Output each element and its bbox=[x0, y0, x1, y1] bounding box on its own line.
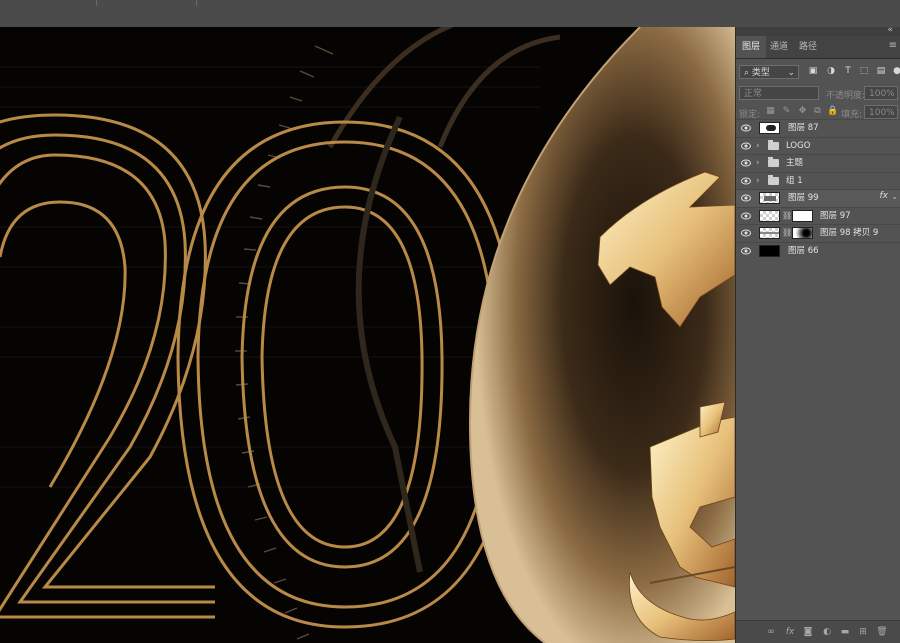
folder-icon bbox=[768, 157, 779, 167]
adjustment-icon[interactable]: ◐ bbox=[821, 626, 833, 638]
shape-filter-icon[interactable]: ⬚ bbox=[858, 65, 870, 77]
type-filter-icon[interactable]: T bbox=[842, 65, 854, 77]
layer-filter-row: ⌕ 类型 ⌄ ▣ ◑ T ⬚ ▤ ● bbox=[736, 63, 900, 81]
layer-name: 图层 87 bbox=[788, 123, 819, 133]
fill-field[interactable]: 100% bbox=[864, 105, 898, 119]
mask-link-icon[interactable]: ⛓ bbox=[782, 211, 792, 220]
panel-tabs: 图层 通道 路径 ≡ bbox=[736, 36, 900, 59]
layer-list: 图层 87 › LOGO › 主题 › 组 1 图层 99 fx ⌄ ⛓ 图层 … bbox=[736, 119, 900, 259]
expand-arrow-icon[interactable]: › bbox=[756, 157, 760, 169]
layer-thumbnail bbox=[759, 122, 780, 134]
toolbar-divider bbox=[196, 0, 197, 6]
adjustment-filter-icon[interactable]: ◑ bbox=[825, 65, 837, 77]
fx-icon[interactable]: fx bbox=[784, 626, 796, 638]
pixel-filter-icon[interactable]: ▣ bbox=[807, 65, 819, 77]
chevron-down-icon[interactable]: ⌄ bbox=[891, 192, 898, 201]
folder-icon bbox=[768, 174, 779, 185]
smart-object-filter-icon[interactable]: ▤ bbox=[875, 65, 887, 77]
tab-channels[interactable]: 通道 bbox=[764, 36, 794, 58]
eye-icon[interactable] bbox=[741, 142, 751, 150]
new-group-icon[interactable]: ▬ bbox=[839, 626, 851, 638]
layer-name: 组 1 bbox=[786, 175, 803, 186]
eye-icon[interactable] bbox=[741, 177, 751, 185]
layer-name: 图层 97 bbox=[820, 210, 851, 221]
layer-row[interactable]: ⛓ 图层 97 bbox=[736, 206, 900, 224]
layers-panel: « 图层 通道 路径 ≡ ⌕ 类型 ⌄ ▣ ◑ T ⬚ ▤ ● 正常 不透明度: … bbox=[735, 25, 900, 643]
layer-mask-thumbnail[interactable] bbox=[792, 209, 813, 222]
layer-group-row[interactable]: › LOGO bbox=[736, 136, 900, 154]
lock-transparent-icon[interactable]: ▦ bbox=[765, 106, 776, 117]
artwork bbox=[0, 27, 735, 643]
layer-name: 主题 bbox=[786, 158, 804, 168]
new-layer-icon[interactable]: ⊞ bbox=[857, 626, 869, 638]
mask-link-icon[interactable]: ⛓ bbox=[782, 228, 792, 237]
layer-group-row[interactable]: › 组 1 bbox=[736, 171, 900, 189]
eye-icon[interactable] bbox=[741, 124, 751, 132]
layer-name: LOGO bbox=[786, 140, 811, 151]
panel-collapse-bar[interactable]: « bbox=[736, 25, 900, 36]
link-icon[interactable]: ∞ bbox=[765, 626, 777, 638]
tab-layers[interactable]: 图层 bbox=[736, 36, 767, 58]
lock-position-icon[interactable]: ✥ bbox=[797, 106, 808, 117]
opacity-field[interactable]: 100% bbox=[864, 86, 898, 100]
layer-mask-thumbnail[interactable] bbox=[792, 227, 813, 239]
layer-thumbnail bbox=[759, 227, 780, 239]
layer-row[interactable]: ⛓ 图层 98 拷贝 9 bbox=[736, 224, 900, 242]
layer-thumbnail bbox=[759, 192, 780, 204]
layer-row[interactable]: 图层 99 fx ⌄ bbox=[736, 189, 900, 207]
layer-group-row[interactable]: › 主题 bbox=[736, 154, 900, 172]
filter-toggle-icon[interactable]: ● bbox=[891, 65, 900, 77]
delete-icon[interactable]: 🗑 bbox=[876, 626, 888, 638]
lock-artboard-icon[interactable]: ⧉ bbox=[812, 106, 823, 117]
search-icon: ⌕ bbox=[744, 68, 752, 78]
eye-icon[interactable] bbox=[741, 229, 751, 237]
layer-row[interactable]: 图层 66 bbox=[736, 241, 900, 259]
folder-icon bbox=[768, 139, 779, 150]
layer-thumbnail bbox=[759, 244, 780, 257]
eye-icon[interactable] bbox=[741, 194, 751, 202]
eye-icon[interactable] bbox=[741, 247, 751, 255]
opacity-label: 不透明度: bbox=[826, 91, 866, 101]
toolbar-divider bbox=[96, 0, 97, 6]
layer-thumbnail bbox=[759, 209, 780, 222]
layer-name: 图层 99 bbox=[788, 193, 819, 203]
lock-pixels-icon[interactable]: ✎ bbox=[781, 106, 792, 117]
filter-kind-select[interactable]: ⌕ 类型 ⌄ bbox=[739, 65, 799, 79]
panel-menu-icon[interactable]: ≡ bbox=[889, 40, 897, 51]
filter-kind-label: 类型 bbox=[751, 68, 770, 78]
blend-mode-select[interactable]: 正常 bbox=[739, 86, 819, 100]
blend-row: 正常 不透明度: 100% bbox=[736, 84, 900, 102]
tab-paths[interactable]: 路径 bbox=[793, 36, 823, 58]
eye-icon[interactable] bbox=[741, 212, 751, 220]
chevron-down-icon: ⌄ bbox=[787, 68, 795, 78]
collapse-icon[interactable]: « bbox=[887, 25, 893, 35]
expand-arrow-icon[interactable]: › bbox=[756, 175, 760, 187]
layers-panel-footer: ∞ fx ◙ ◐ ▬ ⊞ 🗑 bbox=[736, 620, 900, 643]
layer-name: 图层 98 拷贝 9 bbox=[820, 228, 879, 238]
layer-name: 图层 66 bbox=[788, 245, 819, 256]
document-canvas[interactable] bbox=[0, 27, 735, 643]
expand-arrow-icon[interactable]: › bbox=[756, 140, 760, 152]
eye-icon[interactable] bbox=[741, 159, 751, 167]
fx-icon[interactable]: fx bbox=[880, 191, 889, 201]
layer-row[interactable]: 图层 87 bbox=[736, 119, 900, 137]
lock-all-icon[interactable]: 🔒 bbox=[827, 106, 838, 117]
mask-icon[interactable]: ◙ bbox=[802, 626, 814, 638]
options-bar bbox=[0, 0, 900, 28]
